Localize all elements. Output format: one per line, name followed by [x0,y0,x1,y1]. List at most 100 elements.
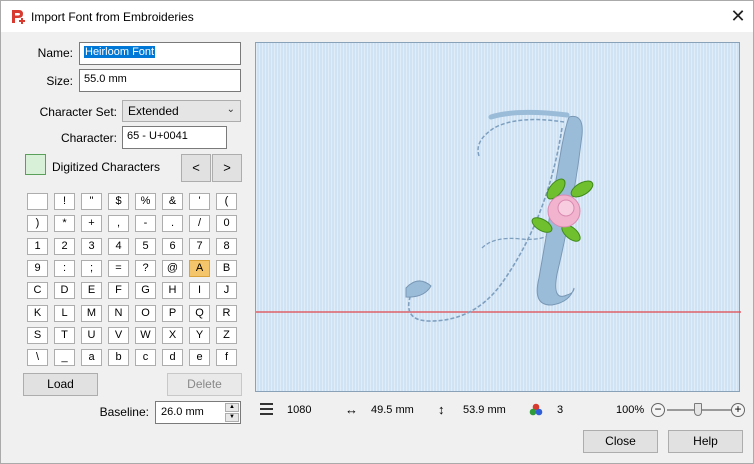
character-cell[interactable]: ! [54,193,75,210]
prev-character-button[interactable]: < [181,154,211,182]
baseline-value: 26.0 mm [161,406,204,418]
character-cell[interactable]: A [189,259,210,277]
zoom-level: 100% [616,404,645,416]
spin-up-icon[interactable]: ▲ [225,403,239,412]
character-cell[interactable]: V [108,326,129,344]
character-cell[interactable]: : [54,259,75,277]
character-cell[interactable]: $ [108,193,129,210]
character-cell[interactable]: G [135,282,156,300]
rose-center-shape [557,199,575,217]
design-height: 53.9 mm [463,404,506,416]
character-cell[interactable]: 7 [189,237,210,255]
close-button[interactable]: Close [583,430,658,453]
character-cell[interactable]: L [54,304,75,322]
character-cell[interactable]: J [216,282,237,300]
character-cell[interactable]: ' [189,193,210,210]
character-cell[interactable]: e [189,349,210,367]
character-cell[interactable]: * [54,215,75,233]
baseline-spinbox[interactable]: 26.0 mm ▲ ▼ [155,401,241,424]
character-label: Character: [60,131,117,145]
help-button[interactable]: Help [668,430,743,453]
character-cell[interactable]: & [162,193,183,210]
character-cell[interactable]: ? [135,259,156,277]
character-cell[interactable]: I [189,282,210,300]
color-count: 3 [557,404,564,416]
chevron-down-icon: ⌄ [226,104,235,115]
load-button[interactable]: Load [23,373,98,396]
character-cell[interactable] [27,193,48,210]
character-cell[interactable]: 2 [54,237,75,255]
character-cell[interactable]: _ [54,349,75,367]
character-cell[interactable]: 6 [162,237,183,255]
next-character-button[interactable]: > [212,154,242,182]
name-label: Name: [37,46,73,60]
character-cell[interactable]: Z [216,326,237,344]
character-cell[interactable]: ) [27,215,48,233]
character-cell[interactable]: X [162,326,183,344]
character-cell[interactable]: K [27,304,48,322]
character-cell[interactable]: O [135,304,156,322]
close-icon[interactable]: ✕ [727,6,749,28]
character-cell[interactable]: 3 [81,237,102,255]
character-cell[interactable]: ; [81,259,102,277]
stitch-count: 1080 [287,404,312,416]
character-cell[interactable]: d [162,349,183,367]
character-cell[interactable]: S [27,326,48,344]
preview-canvas[interactable] [255,42,741,392]
character-cell[interactable]: \ [27,349,48,367]
letter-crossbar [481,232,555,249]
character-cell[interactable]: T [54,326,75,344]
character-cell[interactable]: = [108,259,129,277]
character-cell[interactable]: R [216,304,237,322]
app-logo-icon [12,10,25,24]
character-cell[interactable]: 4 [108,237,129,255]
name-field[interactable]: Heirloom Font [79,42,241,65]
character-cell[interactable]: a [81,349,102,367]
character-cell[interactable]: " [81,193,102,210]
character-cell[interactable]: H [162,282,183,300]
character-cell[interactable]: 8 [216,237,237,255]
character-cell[interactable]: 9 [27,259,48,277]
title-bar: Import Font from Embroideries ✕ [1,1,753,32]
stitch-count-icon [260,403,273,415]
character-cell[interactable]: F [108,282,129,300]
character-cell[interactable]: % [135,193,156,210]
character-cell[interactable]: W [135,326,156,344]
zoom-in-button[interactable]: + [731,403,745,417]
character-cell[interactable]: 1 [27,237,48,255]
character-cell[interactable]: E [81,282,102,300]
character-cell[interactable]: / [189,215,210,233]
embroidery-letter-preview [256,109,741,322]
character-cell[interactable]: Y [189,326,210,344]
zoom-out-button[interactable]: − [651,403,665,417]
character-cell[interactable]: @ [162,259,183,277]
spin-down-icon[interactable]: ▼ [225,413,239,422]
character-cell[interactable]: . [162,215,183,233]
character-cell[interactable]: f [216,349,237,367]
zoom-slider-thumb[interactable] [694,403,702,416]
character-cell[interactable]: D [54,282,75,300]
character-cell[interactable]: B [216,259,237,277]
name-value: Heirloom Font [84,46,156,58]
letter-top-satin [488,109,570,120]
charset-select[interactable]: Extended ⌄ [122,100,241,122]
digitized-color-swatch [25,154,46,175]
size-field[interactable]: 55.0 mm [79,69,241,92]
character-cell[interactable]: - [135,215,156,233]
character-cell[interactable]: U [81,326,102,344]
character-cell[interactable]: P [162,304,183,322]
character-cell[interactable]: N [108,304,129,322]
character-cell[interactable]: + [81,215,102,233]
delete-button[interactable]: Delete [167,373,242,396]
character-cell[interactable]: ( [216,193,237,210]
character-cell[interactable]: M [81,304,102,322]
character-cell[interactable]: b [108,349,129,367]
character-cell[interactable]: c [135,349,156,367]
character-cell[interactable]: C [27,282,48,300]
character-cell[interactable]: 0 [216,215,237,233]
character-field[interactable]: 65 - U+0041 [122,126,227,149]
vertical-arrow-icon: ↕ [438,402,445,417]
character-cell[interactable]: , [108,215,129,233]
character-cell[interactable]: Q [189,304,210,322]
character-cell[interactable]: 5 [135,237,156,255]
